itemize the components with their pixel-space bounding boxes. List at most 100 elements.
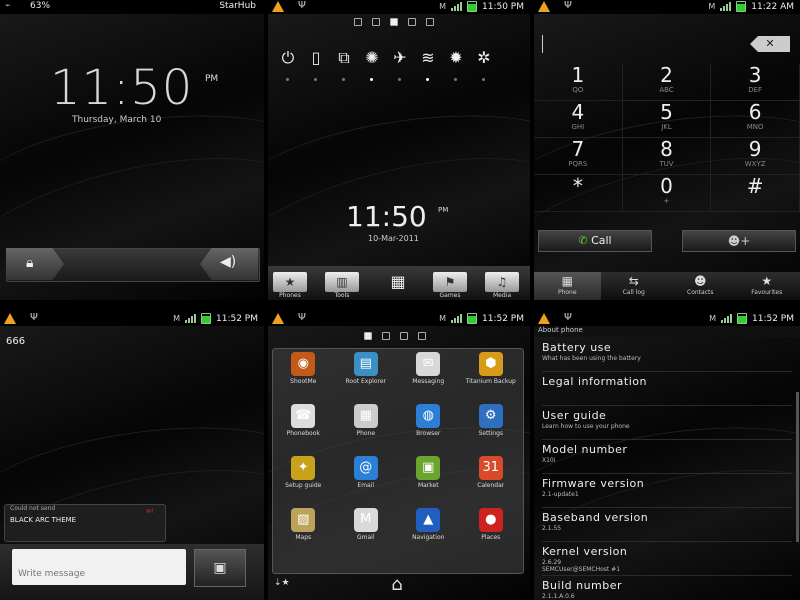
backspace-icon[interactable]: ✕ — [750, 36, 790, 52]
dial-key[interactable]: 0 + — [622, 175, 712, 212]
app-market[interactable]: ▣ Market — [397, 456, 460, 500]
dial-key[interactable]: # — [711, 175, 800, 212]
unlock-handle[interactable]: 🔒︎ — [6, 248, 64, 280]
call-button[interactable]: ✆ Call — [538, 230, 652, 252]
status-bar: Ψ M 11:52 PM — [534, 312, 800, 326]
app-icon: ▦ — [353, 404, 378, 428]
page-dot — [400, 332, 408, 340]
app-icon: ◉ — [291, 352, 316, 376]
app-gmail[interactable]: M Gmail — [335, 508, 398, 552]
dial-key[interactable]: 9 WXYZ — [711, 138, 800, 175]
dial-key-digit: 5 — [660, 100, 673, 124]
dial-key-digit: * — [572, 174, 583, 198]
dock-item-tools[interactable]: ▥ Tools — [322, 272, 362, 299]
wifi-icon[interactable]: ≋ — [418, 48, 438, 68]
airplane-icon[interactable]: ✈ — [390, 48, 410, 68]
warning-icon — [538, 1, 550, 12]
dial-key-letters: MNO — [746, 123, 764, 131]
lock-clock: 11:50 — [50, 60, 194, 116]
dock-item-phones[interactable]: ★ Phones — [270, 272, 310, 299]
tab-contacts[interactable]: ☻ Contacts — [667, 272, 734, 300]
app-phonebook[interactable]: ☎ Phonebook — [272, 404, 335, 448]
about-item-build-number[interactable]: Build number 2.1.1.A.0.6 — [542, 576, 792, 600]
settings-icon[interactable]: ✲ — [474, 48, 494, 68]
dial-key[interactable]: 6 MNO — [711, 101, 800, 138]
conversation-recipient: 666 — [6, 336, 26, 347]
app-root-explorer[interactable]: ▤ Root Explorer — [335, 352, 398, 396]
dial-key[interactable]: 3 DEF — [711, 64, 800, 101]
dial-key[interactable]: 2 ABC — [622, 64, 712, 101]
about-item-model-number[interactable]: Model number X10i — [542, 440, 792, 474]
about-item-title: Baseband version — [542, 511, 649, 524]
lock-date: Thursday, March 10 — [72, 115, 162, 125]
attach-button[interactable]: ▣ — [194, 549, 246, 587]
gamepad-icon: ⚑ — [433, 272, 467, 292]
sync-icon[interactable]: ⧉ — [334, 48, 354, 68]
about-item-legal-information[interactable]: Legal information — [542, 372, 792, 406]
app-navigation[interactable]: ▲ Navigation — [397, 508, 460, 552]
dock-item-media[interactable]: ♫ Media — [482, 272, 522, 299]
about-item-battery-use[interactable]: Battery use What has been using the batte… — [542, 338, 792, 372]
battery-percent: 63% — [30, 1, 51, 11]
app-calendar[interactable]: 31 Calendar — [460, 456, 523, 500]
app-maps[interactable]: ▨ Maps — [272, 508, 335, 552]
tab-call-log[interactable]: ⇆ Call log — [601, 272, 668, 300]
page-dot — [418, 332, 426, 340]
compose-input[interactable] — [12, 549, 186, 585]
tab-phone[interactable]: ▦ Phone — [534, 272, 601, 300]
vibrate-icon[interactable]: ▯ — [306, 48, 326, 68]
lockscreen-panel: ⌁ 63% StarHub 11:50 PM Thursday, March 1… — [0, 0, 264, 300]
dial-key[interactable]: * — [534, 175, 623, 212]
dial-key-digit: 8 — [660, 137, 673, 161]
status-bar: Ψ M 11:22 AM — [534, 0, 800, 14]
warning-icon — [538, 313, 550, 324]
dial-key-letters: DEF — [748, 86, 763, 94]
about-item-firmware-version[interactable]: Firmware version 2.1-update1 — [542, 474, 792, 508]
about-item-baseband-version[interactable]: Baseband version 2.1.55 — [542, 508, 792, 542]
app-icon: M — [353, 508, 378, 532]
sound-toggle-handle[interactable]: ◀) — [200, 248, 258, 280]
app-label: Phonebook — [286, 430, 320, 437]
lock-ampm: PM — [205, 74, 219, 84]
dial-key[interactable]: 1 QO — [534, 64, 623, 101]
brightness-icon[interactable]: ✹ — [446, 48, 466, 68]
status-bar: Ψ M 11:52 PM — [0, 312, 264, 326]
app-messaging[interactable]: ✉ Messaging — [397, 352, 460, 396]
app-label: Email — [357, 482, 375, 489]
dock-item-games[interactable]: ⚑ Games — [430, 272, 470, 299]
dock-item-app-drawer[interactable]: ▦ — [378, 272, 418, 292]
dial-key[interactable]: 4 GHI — [534, 101, 623, 138]
app-label: Settings — [478, 430, 504, 437]
dial-key[interactable]: 8 TUV — [622, 137, 712, 175]
app-setup-guide[interactable]: ✦ Setup guide — [272, 456, 335, 500]
dial-key[interactable]: 7 PQRS — [534, 138, 623, 175]
tab-favourites[interactable]: ★ Favourites — [734, 272, 800, 300]
app-titanium-backup[interactable]: ⬢ Titanium Backup — [460, 352, 523, 396]
about-item-user-guide[interactable]: User guide Learn how to use your phone — [542, 406, 792, 440]
app-label: Root Explorer — [345, 378, 386, 385]
add-contact-button[interactable]: ☻+ — [682, 230, 796, 252]
home-icon[interactable]: ⌂ — [380, 574, 414, 596]
signal-icon — [720, 2, 732, 11]
send-error-text: Could not send — [10, 505, 56, 512]
app-shootme[interactable]: ◉ ShootMe — [272, 352, 335, 396]
app-phone[interactable]: ▦ Phone — [335, 404, 398, 448]
gear-icon[interactable]: ✺ — [362, 48, 382, 68]
power-icon[interactable]: ⏻ — [278, 48, 298, 68]
about-item-title: Firmware version — [542, 477, 645, 490]
page-dot-active — [390, 18, 398, 26]
app-settings[interactable]: ⚙ Settings — [460, 404, 523, 448]
network-m-icon: M — [708, 2, 716, 11]
dial-key[interactable]: 5 JKL — [622, 100, 712, 138]
scrollbar[interactable] — [796, 392, 799, 542]
about-item-kernel-version[interactable]: Kernel version 2.6.29 SEMCUser@SEMCHost #… — [542, 542, 792, 576]
star-icon: ★ — [273, 272, 307, 292]
app-email[interactable]: @ Email — [335, 456, 398, 500]
app-browser[interactable]: ◍ Browser — [397, 404, 460, 448]
dial-key-digit: 4 — [571, 100, 585, 124]
download-star-icon[interactable]: ⇣★ — [274, 578, 290, 588]
signal-icon — [451, 314, 462, 323]
about-list: Battery use What has been using the batte… — [542, 338, 792, 600]
app-places[interactable]: ● Places — [460, 508, 523, 552]
dial-number-field[interactable]: ✕ — [542, 30, 798, 60]
